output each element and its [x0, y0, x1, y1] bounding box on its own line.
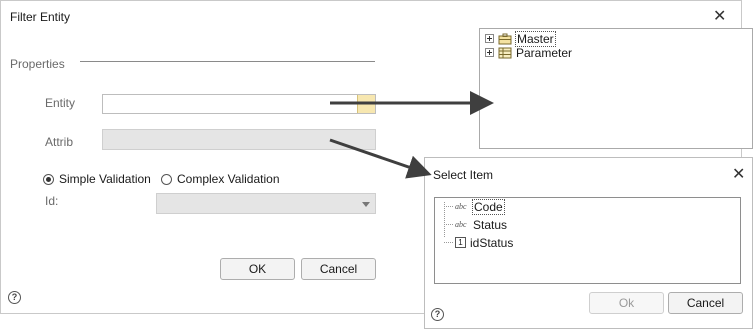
- arrow-to-select-item: [329, 138, 432, 179]
- annotation-arrows: [329, 91, 494, 179]
